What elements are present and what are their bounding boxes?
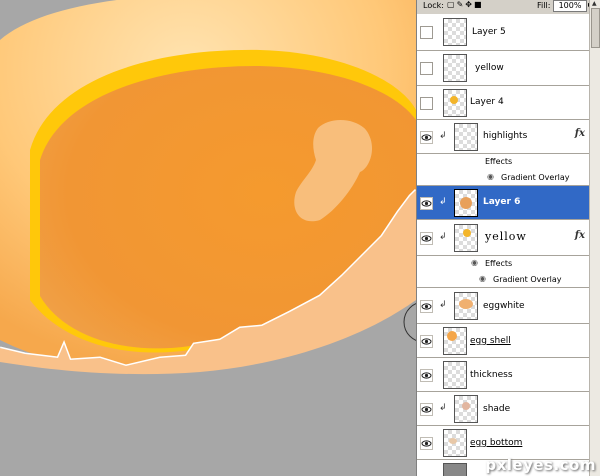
layer-thumbnail: [443, 327, 467, 355]
document-canvas[interactable]: [0, 0, 416, 476]
clip-arrow-icon: ↲: [439, 131, 447, 141]
eye-icon[interactable]: [420, 197, 433, 210]
eye-icon[interactable]: [420, 437, 433, 450]
layer-thumbnail: [443, 54, 467, 82]
eye-icon[interactable]: [420, 369, 433, 382]
effects-label: Effects: [485, 157, 513, 166]
visibility-toggle-empty[interactable]: [420, 97, 433, 110]
layer-name: Layer 4: [470, 97, 504, 107]
effect-name: Gradient Overlay: [493, 275, 562, 284]
clip-arrow-icon: ↲: [439, 197, 447, 207]
layer-row[interactable]: egg shell: [417, 324, 589, 358]
layers-panel: Lock: ▢✎✥■ Fill: 100% ▸ Layer 5 yellow L…: [416, 0, 600, 476]
thumbnail-content: [449, 438, 457, 444]
thumbnail-content: [463, 229, 471, 237]
layer-row[interactable]: Layer 4: [417, 86, 589, 120]
layer-row[interactable]: thickness: [417, 358, 589, 392]
lock-transparency-icon[interactable]: ▢: [447, 0, 457, 9]
eye-icon[interactable]: ◉: [471, 258, 478, 267]
layer-row[interactable]: ↲ yellow fx: [417, 220, 589, 256]
effect-item[interactable]: ◉ Gradient Overlay: [417, 170, 589, 186]
visibility-toggle-empty[interactable]: [420, 26, 433, 39]
fx-icon[interactable]: fx: [575, 230, 585, 241]
layer-name: shade: [483, 404, 511, 414]
layer-thumbnail: [443, 429, 467, 457]
lock-label: Lock:: [423, 1, 444, 10]
effect-item[interactable]: ◉ Gradient Overlay: [417, 272, 589, 288]
layer-thumbnail: [454, 189, 478, 217]
layer-row-selected[interactable]: ↲ Layer 6: [417, 186, 589, 220]
scrollbar-thumb[interactable]: [591, 8, 600, 48]
thumbnail-content: [462, 402, 470, 410]
layer-name: highlights: [483, 131, 528, 141]
layer-name: Layer 5: [472, 27, 506, 37]
eye-icon[interactable]: [420, 335, 433, 348]
layer-name: thickness: [470, 370, 513, 380]
layer-row[interactable]: ↲ eggwhite: [417, 288, 589, 324]
effects-group[interactable]: ◉ Effects: [417, 256, 589, 272]
thumbnail-content: [459, 299, 473, 309]
layer-thumbnail: [454, 224, 478, 252]
layer-name: yellow: [475, 63, 504, 73]
eye-icon[interactable]: ◉: [487, 172, 494, 181]
layer-name: egg shell: [470, 336, 511, 346]
brush-cursor: [403, 303, 416, 341]
eye-icon[interactable]: [420, 403, 433, 416]
fill-label: Fill:: [537, 1, 551, 10]
eye-icon[interactable]: [420, 131, 433, 144]
layer-row[interactable]: yellow: [417, 51, 589, 86]
effect-name: Gradient Overlay: [501, 173, 570, 182]
watermark: pxleyes.com: [485, 456, 596, 474]
layer-thumbnail: [443, 89, 467, 117]
layer-name: eggwhite: [483, 301, 525, 311]
thumbnail-content: [447, 331, 457, 341]
lock-all-icon[interactable]: ■: [474, 0, 484, 9]
fill-input[interactable]: 100%: [553, 0, 587, 12]
layer-thumbnail: [454, 395, 478, 423]
fx-icon[interactable]: fx: [575, 128, 585, 139]
layer-row[interactable]: Layer 5: [417, 14, 589, 51]
layer-name: egg bottom: [470, 438, 523, 448]
layer-thumbnail: [454, 292, 478, 320]
layer-row[interactable]: ↲ highlights fx: [417, 120, 589, 154]
thumbnail-content: [450, 96, 458, 104]
thumbnail-content: [460, 197, 472, 209]
panel-scrollbar[interactable]: ▲: [589, 0, 600, 476]
layer-name: Layer 6: [483, 197, 521, 207]
layer-row[interactable]: egg bottom: [417, 426, 589, 460]
eye-icon[interactable]: [420, 232, 433, 245]
layer-name: yellow: [485, 230, 527, 243]
lock-move-icon[interactable]: ✥: [465, 0, 474, 9]
clip-arrow-icon: ↲: [439, 403, 447, 413]
eye-icon[interactable]: [420, 300, 433, 313]
layer-thumbnail: [443, 361, 467, 389]
layer-thumbnail: [443, 18, 467, 46]
lock-paint-icon[interactable]: ✎: [457, 0, 466, 9]
egg-artwork: [0, 0, 416, 375]
scroll-up-icon[interactable]: ▲: [592, 0, 597, 7]
layer-row[interactable]: ↲ shade: [417, 392, 589, 426]
lock-bar: Lock: ▢✎✥■ Fill: 100% ▸: [417, 0, 600, 13]
effects-label: Effects: [485, 259, 513, 268]
clip-arrow-icon: ↲: [439, 232, 447, 242]
visibility-toggle-empty[interactable]: [420, 62, 433, 75]
eye-icon[interactable]: ◉: [479, 274, 486, 283]
layer-thumbnail: [454, 123, 478, 151]
clip-arrow-icon: ↲: [439, 300, 447, 310]
layer-thumbnail: [443, 463, 467, 476]
effects-group[interactable]: Effects: [417, 154, 589, 170]
